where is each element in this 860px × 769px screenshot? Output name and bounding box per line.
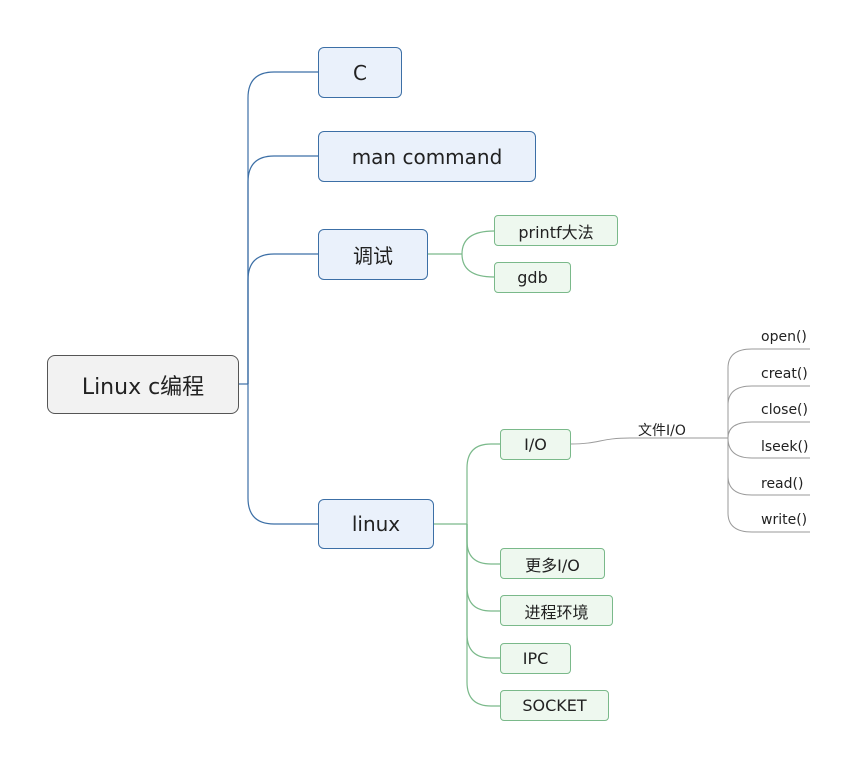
branch-c[interactable]: C [318, 47, 402, 98]
leaf-open-label: open() [761, 329, 807, 345]
connector-root-man [247, 155, 318, 384]
connector-linux-io [466, 443, 500, 524]
connector-fileio-open [727, 348, 810, 438]
topic-io[interactable]: I/O [500, 429, 571, 460]
topic-gdb-label: gdb [517, 268, 548, 287]
leaf-write-label: write() [761, 512, 808, 528]
branch-debug[interactable]: 调试 [318, 229, 428, 280]
topic-file-io[interactable]: 文件I/O [638, 420, 686, 440]
topic-printf-label: printf大法 [518, 222, 594, 242]
leaf-lseek[interactable]: lseek() [761, 439, 808, 455]
branch-man-command-label: man command [351, 144, 503, 169]
topic-socket-label: SOCKET [522, 696, 587, 715]
branch-c-label: C [353, 60, 367, 85]
leaf-read-label: read() [761, 476, 804, 492]
leaf-creat[interactable]: creat() [761, 366, 808, 382]
topic-io-label: I/O [524, 435, 547, 454]
topic-more-io[interactable]: 更多I/O [500, 548, 605, 579]
connector-root-c [247, 71, 318, 384]
leaf-lseek-label: lseek() [761, 439, 809, 455]
branch-linux[interactable]: linux [318, 499, 434, 549]
topic-ipc[interactable]: IPC [500, 643, 571, 674]
connector-fileio-close [727, 421, 810, 439]
topic-process-env[interactable]: 进程环境 [500, 595, 613, 626]
leaf-close[interactable]: close() [761, 402, 808, 418]
connector-linux-moreio [466, 524, 500, 565]
root-topic[interactable]: Linux c编程 [47, 355, 239, 414]
topic-process-env-label: 进程环境 [524, 602, 589, 622]
connector-linux-ipc [466, 524, 500, 659]
leaf-creat-label: creat() [761, 366, 808, 382]
branch-debug-label: 调试 [353, 244, 393, 268]
topic-printf[interactable]: printf大法 [494, 215, 618, 246]
topic-ipc-label: IPC [522, 649, 549, 668]
leaf-open[interactable]: open() [761, 329, 807, 345]
branch-man-command[interactable]: man command [318, 131, 536, 182]
connector-linux-socket [466, 524, 500, 707]
leaf-close-label: close() [761, 402, 808, 418]
connector-root-linux [247, 384, 318, 525]
connector-debug-gdb [461, 253, 495, 278]
topic-gdb[interactable]: gdb [494, 262, 571, 293]
connector-root-debug [247, 253, 318, 384]
root-topic-label: Linux c编程 [81, 374, 205, 400]
branch-linux-label: linux [351, 512, 401, 536]
leaf-read[interactable]: read() [761, 476, 803, 492]
topic-more-io-label: 更多I/O [525, 555, 580, 575]
connector-linux-procenv [466, 524, 500, 612]
leaf-write[interactable]: write() [761, 512, 807, 528]
topic-file-io-label: 文件I/O [638, 423, 686, 439]
connector-debug-printf [461, 230, 495, 255]
topic-socket[interactable]: SOCKET [500, 690, 609, 721]
